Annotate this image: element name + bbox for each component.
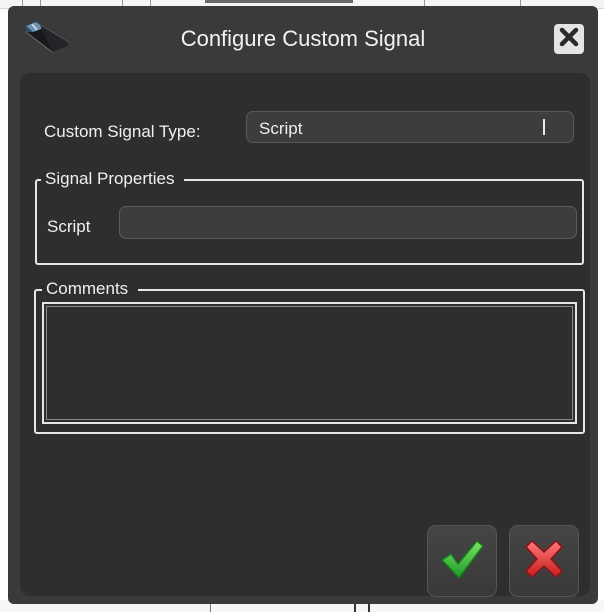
dialog-content-panel: Custom Signal Type: Script Signal Proper… xyxy=(20,73,590,597)
signal-properties-legend: Signal Properties xyxy=(41,169,185,189)
ok-button[interactable] xyxy=(427,525,497,597)
comments-textarea[interactable] xyxy=(42,302,577,424)
script-input[interactable] xyxy=(119,206,577,239)
close-button[interactable] xyxy=(554,24,584,54)
cancel-button[interactable] xyxy=(509,525,579,597)
custom-signal-type-label: Custom Signal Type: xyxy=(44,122,201,141)
close-icon xyxy=(559,27,579,52)
text-cursor-icon xyxy=(543,119,545,135)
cross-icon xyxy=(522,537,566,586)
dialog-title: Configure Custom Signal xyxy=(180,26,426,51)
background-bar xyxy=(205,0,353,3)
configure-custom-signal-dialog: Configure Custom Signal Custom Signal Ty… xyxy=(8,6,598,604)
checkmark-icon xyxy=(439,538,485,585)
script-label: Script xyxy=(47,217,91,236)
comments-group: Comments xyxy=(34,279,585,434)
comments-legend: Comments xyxy=(42,279,139,299)
signal-properties-group: Signal Properties Script xyxy=(35,169,584,265)
dialog-titlebar[interactable]: Configure Custom Signal xyxy=(8,6,598,68)
comments-textarea-inner xyxy=(46,306,573,420)
custom-signal-type-dropdown[interactable]: Script xyxy=(246,111,574,143)
custom-signal-type-value: Script xyxy=(259,119,303,138)
